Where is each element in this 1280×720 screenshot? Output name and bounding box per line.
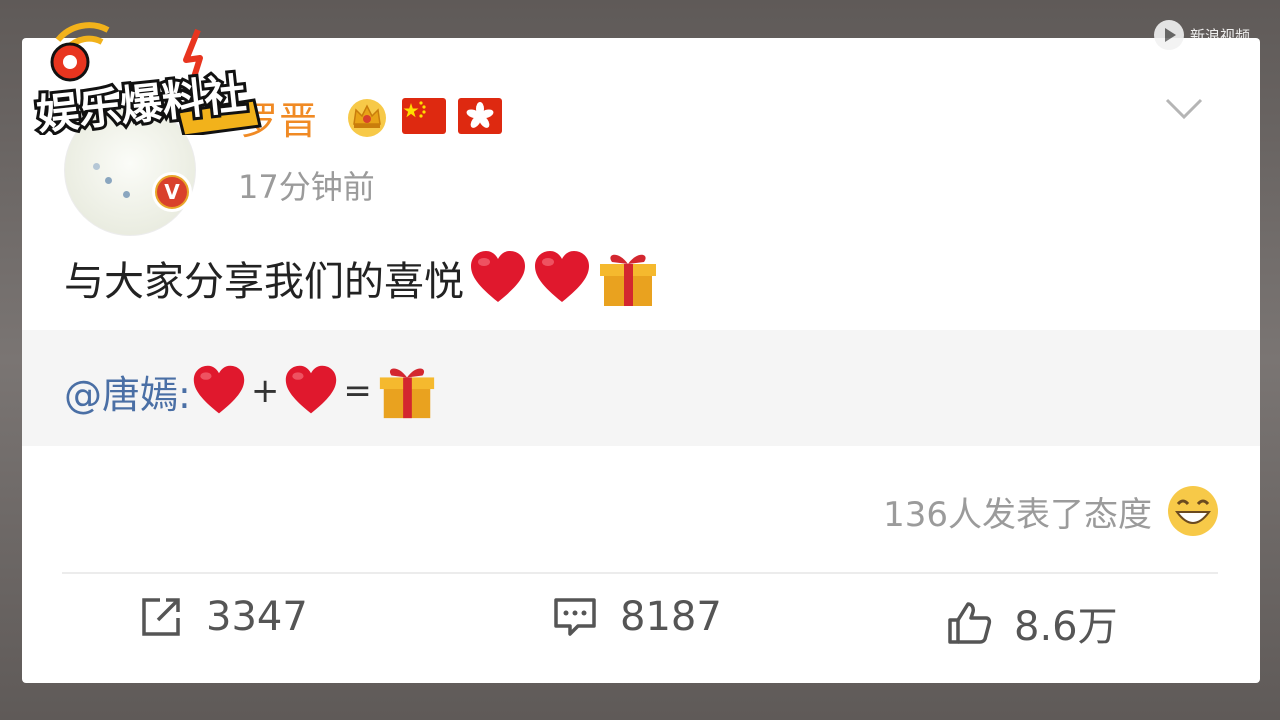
mention-link[interactable]: @唐嫣: [64, 364, 191, 419]
comment-count: 8187 [620, 594, 722, 640]
comment-button[interactable]: 8187 [552, 594, 722, 640]
gift-icon [379, 368, 434, 419]
quoted-post-content: @唐嫣: + = [64, 360, 438, 422]
comment-icon [554, 598, 596, 636]
equals-sign: = [343, 371, 372, 411]
post-text: 与大家分享我们的喜悦 [64, 259, 464, 305]
repost-icon [142, 598, 180, 636]
grinning-face-icon[interactable] [1166, 484, 1220, 538]
avatar-detail [123, 191, 130, 198]
verified-badge: V [152, 172, 192, 212]
repost-button[interactable]: 3347 [138, 594, 308, 640]
divider [62, 572, 1218, 574]
play-icon [1153, 20, 1184, 50]
thumbs-up-icon [948, 602, 992, 644]
post-body: 与大家分享我们的喜悦 [64, 246, 660, 310]
crown-icon[interactable] [344, 94, 390, 138]
user-badges [344, 94, 502, 138]
red-heart-icon [286, 365, 337, 414]
like-count: 8.6万 [1014, 604, 1118, 650]
chevron-down-icon[interactable] [1164, 94, 1204, 124]
post-timestamp: 17分钟前 [238, 168, 375, 206]
entertainment-logo: 娱乐爆料社 [28, 20, 268, 143]
avatar-detail [93, 163, 100, 170]
watermark-text: 新浪视频 [1189, 26, 1250, 45]
red-heart-icon [193, 365, 245, 414]
china-flag-icon [402, 98, 446, 134]
avatar-detail [105, 177, 112, 184]
reaction-summary[interactable]: 136人发表了态度 [883, 484, 1220, 538]
gift-icon [600, 254, 656, 306]
video-watermark: 新浪视频 [1153, 20, 1250, 50]
red-heart-icon [535, 251, 589, 302]
hong-kong-flag-icon [458, 98, 502, 134]
action-bar: 3347 8187 8.6万 [22, 594, 1260, 674]
plus-sign: + [250, 371, 280, 411]
red-heart-icon [471, 251, 525, 302]
reaction-count-text: 136人发表了态度 [883, 494, 1152, 535]
like-button[interactable]: 8.6万 [946, 594, 1118, 652]
repost-count: 3347 [206, 594, 308, 640]
